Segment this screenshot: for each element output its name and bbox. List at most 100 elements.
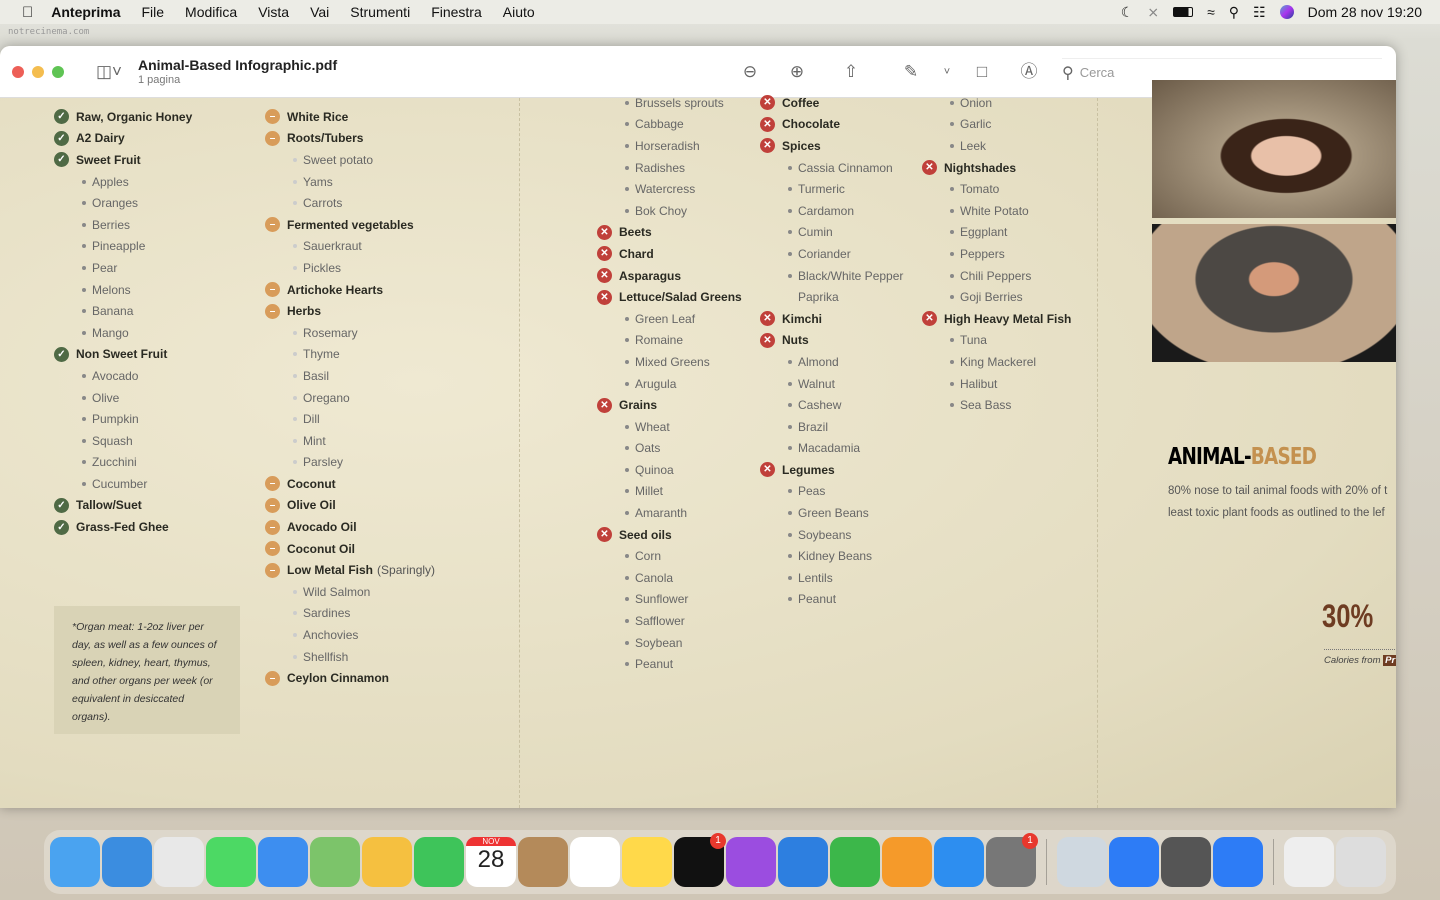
food-label: Green Beans: [798, 506, 869, 521]
clock[interactable]: Dom 28 nov 19:20: [1308, 4, 1422, 20]
video-participant-2[interactable]: [1152, 224, 1396, 362]
dock-finder-icon[interactable]: [50, 837, 100, 887]
dock-safari-icon[interactable]: [102, 837, 152, 887]
food-label: Olive Oil: [287, 498, 336, 513]
zoom-out-icon[interactable]: ⊖: [738, 60, 762, 84]
dock-maps-icon[interactable]: [310, 837, 360, 887]
bullet-icon: [625, 662, 629, 667]
dock-app-store-icon[interactable]: [934, 837, 984, 887]
food-category-mod: – White Rice: [265, 106, 435, 128]
food-label: Coconut: [287, 476, 336, 491]
bluetooth-icon[interactable]: ⨯: [1147, 4, 1159, 21]
food-subitem: Peanut: [597, 653, 742, 675]
bullet-icon: [293, 633, 297, 638]
bullet-icon: [950, 403, 954, 408]
bullet-icon: [788, 532, 792, 537]
dock-pages-icon[interactable]: [882, 837, 932, 887]
food-subitem: Cabbage: [597, 114, 742, 136]
minimize-button[interactable]: [32, 66, 44, 78]
bullet-icon: [82, 309, 86, 314]
menu-vista[interactable]: Vista: [258, 4, 289, 20]
food-label: Radishes: [635, 160, 686, 175]
food-subitem: Peanut: [760, 589, 903, 611]
close-button[interactable]: [12, 66, 24, 78]
avoid-foods-column-3: Onion Garlic Leek ✕ Nightshades Tomato White P…: [922, 92, 1071, 416]
dock-podcasts-icon[interactable]: [726, 837, 776, 887]
dock-zoom-icon[interactable]: [1109, 837, 1159, 887]
bullet-icon: [625, 446, 629, 451]
control-center-icon[interactable]: ☷: [1253, 4, 1266, 21]
zoom-button[interactable]: [52, 66, 64, 78]
chevron-down-icon[interactable]: ˅: [935, 60, 959, 84]
battery-icon[interactable]: [1173, 7, 1194, 17]
allowed-foods-column: ✓ Raw, Organic Honey ✓ A2 Dairy ✓ Sweet Fruit…: [54, 106, 192, 538]
dock-documents-icon[interactable]: [1284, 837, 1334, 887]
dock-mail-icon[interactable]: [258, 837, 308, 887]
menu-aiuto[interactable]: Aiuto: [503, 4, 535, 20]
menu-vai[interactable]: Vai: [310, 4, 329, 20]
minus-circle-icon: –: [265, 282, 280, 298]
apple-icon[interactable]: : [22, 4, 33, 21]
menu-file[interactable]: File: [141, 4, 164, 20]
annotate-icon[interactable]: Ⓐ: [1017, 60, 1041, 84]
food-subitem: White Potato: [922, 200, 1071, 222]
food-subitem: Sea Bass: [922, 394, 1071, 416]
minus-circle-icon: –: [265, 109, 280, 125]
dock-numbers-icon[interactable]: [830, 837, 880, 887]
food-label: Sweet Fruit: [76, 152, 141, 167]
food-label: Canola: [635, 570, 674, 585]
dock-photos-icon[interactable]: [362, 837, 412, 887]
food-subitem: Basil: [265, 365, 435, 387]
dock-trash-icon[interactable]: [1336, 837, 1386, 887]
dock-facetime-icon[interactable]: [414, 837, 464, 887]
dock-system-preferences-icon[interactable]: 1: [986, 833, 1038, 887]
menu-strumenti[interactable]: Strumenti: [350, 4, 410, 20]
dock-notes-icon[interactable]: [622, 837, 672, 887]
food-label: Corn: [635, 549, 662, 564]
food-subitem: Wheat: [597, 416, 742, 438]
rotate-icon[interactable]: □: [970, 60, 994, 84]
moon-icon[interactable]: ☾: [1121, 4, 1134, 21]
dock-launchpad-icon[interactable]: [154, 837, 204, 887]
menu-modifica[interactable]: Modifica: [185, 4, 237, 20]
menu-app-name[interactable]: Anteprima: [51, 4, 120, 20]
dock-messages-icon[interactable]: [206, 837, 256, 887]
bullet-icon: [293, 244, 297, 249]
zoom-in-icon[interactable]: ⊕: [785, 60, 809, 84]
dock: NOV 28 1 1: [44, 830, 1396, 894]
menu-finestra[interactable]: Finestra: [431, 4, 482, 20]
bullet-icon: [788, 446, 792, 451]
dock-keychain-icon[interactable]: [1161, 837, 1211, 887]
dock-contacts-icon[interactable]: [518, 837, 568, 887]
dock-tv-icon[interactable]: 1: [674, 833, 726, 887]
food-label: High Heavy Metal Fish: [944, 311, 1072, 326]
bullet-icon: [788, 273, 792, 278]
food-category-bad: ✕ Lettuce/Salad Greens: [597, 286, 742, 308]
food-subitem: Soybean: [597, 632, 742, 654]
food-category-bad: ✕ Kimchi: [760, 308, 903, 330]
sidebar-toggle-icon[interactable]: ◫˅: [92, 60, 126, 84]
share-icon[interactable]: ⇧: [839, 60, 863, 84]
food-label: Peas: [798, 484, 826, 499]
dock-reminders-icon[interactable]: [570, 837, 620, 887]
video-participant-1[interactable]: [1152, 80, 1396, 218]
food-label: Banana: [92, 304, 134, 319]
dock-preview-icon[interactable]: [1057, 837, 1107, 887]
bullet-icon: [82, 417, 86, 422]
calories-label-text: Calories from: [1324, 655, 1381, 666]
siri-icon[interactable]: [1279, 5, 1294, 19]
spotlight-icon[interactable]: ⚲: [1229, 4, 1239, 21]
dock-calendar-icon[interactable]: NOV 28: [466, 837, 516, 887]
wifi-icon[interactable]: ≈: [1207, 4, 1215, 20]
dock-keynote-icon[interactable]: [778, 837, 828, 887]
food-subitem: Brazil: [760, 416, 903, 438]
food-label: Watercress: [635, 182, 696, 197]
food-subitem: Soybeans: [760, 524, 903, 546]
food-label: King Mackerel: [960, 354, 1037, 369]
minus-circle-icon: –: [265, 303, 280, 319]
bullet-icon: [625, 208, 629, 213]
food-subitem: Melons: [54, 279, 192, 301]
dock-zoom-2-icon[interactable]: [1213, 837, 1263, 887]
markup-pen-icon[interactable]: ✎: [899, 60, 923, 84]
food-label: Roots/Tubers: [287, 131, 364, 146]
